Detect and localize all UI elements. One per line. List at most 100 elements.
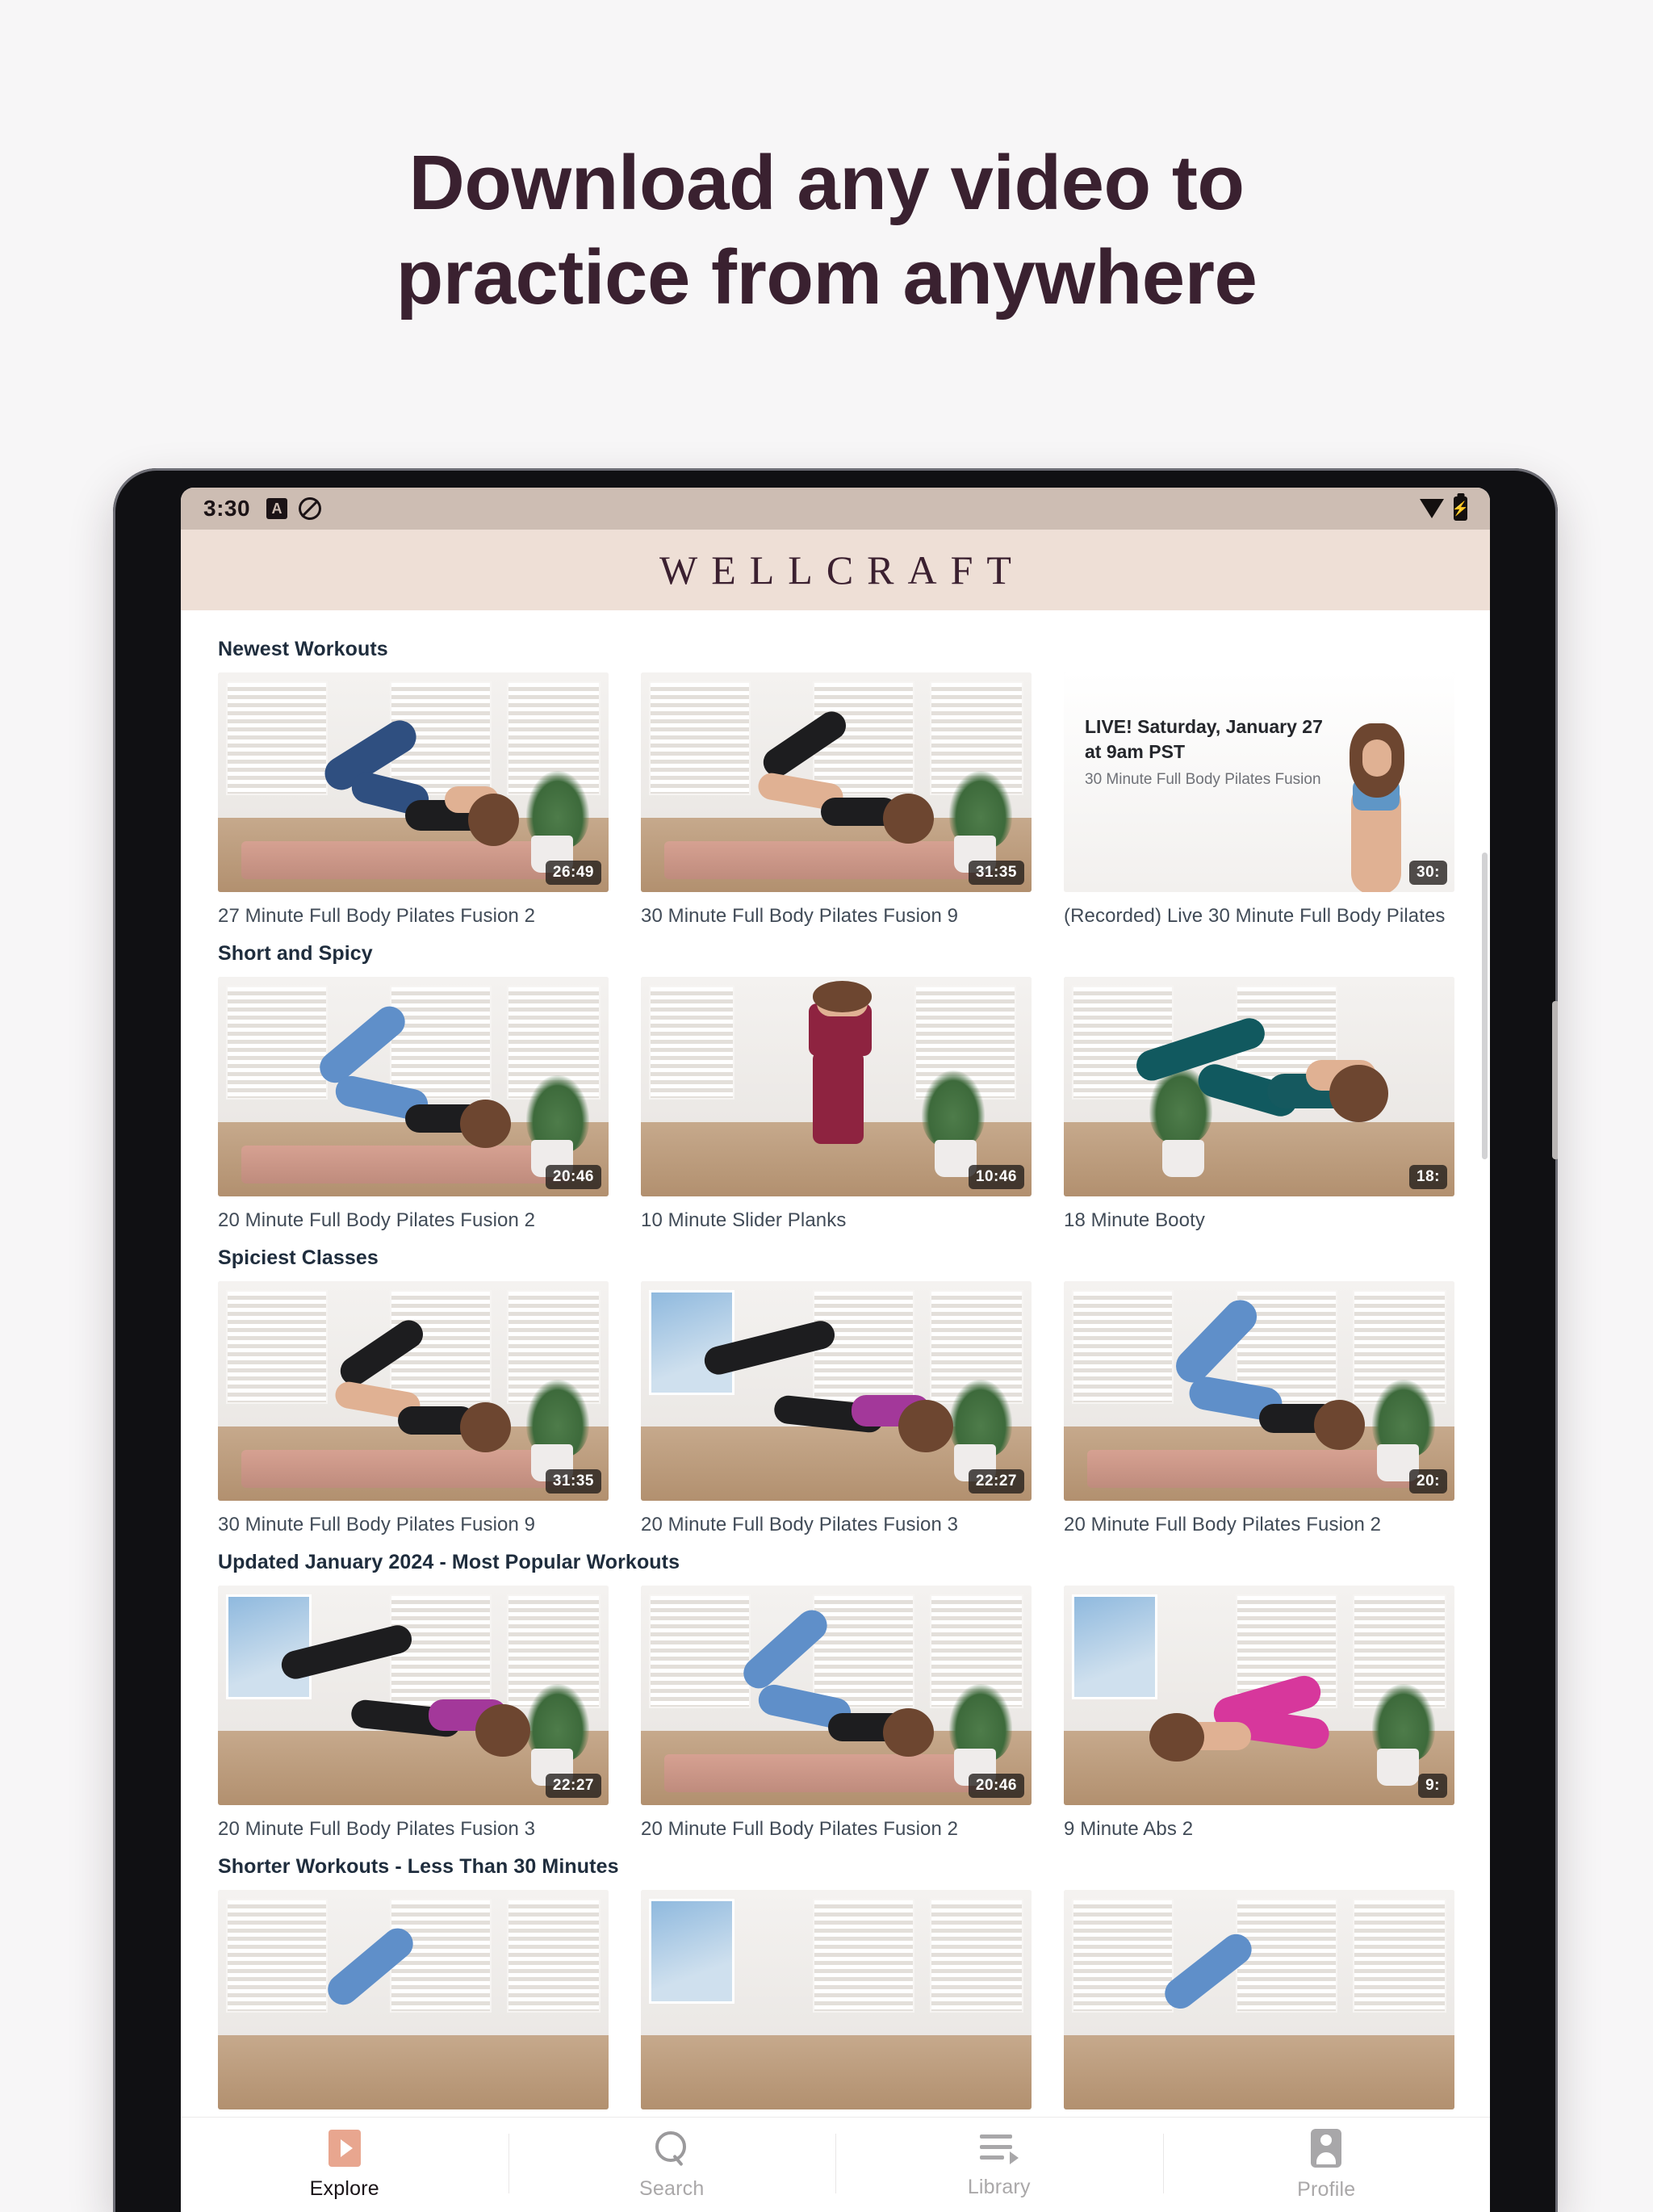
- video-duration-badge: 20:46: [545, 1165, 601, 1189]
- section-newest-workouts: Newest Workouts 26:49 27 Minute Full Bod…: [181, 628, 1490, 932]
- nav-item-search[interactable]: Search: [508, 2118, 836, 2212]
- video-thumbnail[interactable]: 20:46: [641, 1586, 1032, 1805]
- video-card[interactable]: 20:46 20 Minute Full Body Pilates Fusion…: [641, 1586, 1032, 1841]
- video-duration-badge: 31:35: [968, 861, 1024, 885]
- alarm-badge-icon: A: [266, 498, 288, 519]
- video-thumbnail[interactable]: 9:: [1064, 1586, 1454, 1805]
- section-shorter-workouts: Shorter Workouts - Less Than 30 Minutes: [181, 1845, 1490, 2114]
- nav-item-explore[interactable]: Explore: [181, 2118, 508, 2212]
- section-title: Shorter Workouts - Less Than 30 Minutes: [218, 1855, 619, 1878]
- section-most-popular-workouts: Updated January 2024 - Most Popular Work…: [181, 1541, 1490, 1845]
- video-duration-badge: 20:: [1409, 1469, 1447, 1494]
- person-icon: [1311, 2128, 1342, 2168]
- video-thumbnail[interactable]: 31:35: [218, 1281, 609, 1501]
- video-thumbnail[interactable]: [641, 1890, 1032, 2109]
- nav-label-library: Library: [967, 2175, 1031, 2198]
- video-duration-badge: 9:: [1418, 1774, 1447, 1798]
- video-row: [181, 1890, 1490, 2109]
- video-row: 20:46 20 Minute Full Body Pilates Fusion…: [181, 977, 1490, 1232]
- video-card[interactable]: [1064, 1890, 1454, 2109]
- play-button-icon: [328, 2129, 361, 2167]
- section-title: Spiciest Classes: [218, 1246, 379, 1269]
- video-thumbnail[interactable]: 26:49: [218, 672, 609, 892]
- video-card[interactable]: [218, 1890, 609, 2109]
- video-card[interactable]: 26:49 27 Minute Full Body Pilates Fusion…: [218, 672, 609, 928]
- video-title: 20 Minute Full Body Pilates Fusion 2: [218, 1209, 536, 1231]
- app-header: WELLCRAFT: [181, 530, 1490, 610]
- live-headline-line-2: at 9am PST: [1085, 741, 1185, 763]
- video-duration-badge: 18:: [1409, 1165, 1447, 1189]
- vertical-scrollbar[interactable]: [1482, 853, 1488, 1159]
- search-icon: [653, 2130, 690, 2167]
- video-card[interactable]: 9: 9 Minute Abs 2: [1064, 1586, 1454, 1841]
- video-title: 10 Minute Slider Planks: [641, 1209, 847, 1231]
- status-bar-left-icons: A: [266, 497, 322, 520]
- section-title: Updated January 2024 - Most Popular Work…: [218, 1551, 680, 1573]
- video-duration-badge: 31:35: [545, 1469, 601, 1494]
- video-duration-badge: 10:46: [968, 1165, 1024, 1189]
- video-thumbnail[interactable]: 31:35: [641, 672, 1032, 892]
- video-title: 30 Minute Full Body Pilates Fusion 9: [641, 905, 959, 927]
- video-title: 30 Minute Full Body Pilates Fusion 9: [218, 1514, 536, 1535]
- nav-item-profile[interactable]: Profile: [1162, 2118, 1491, 2212]
- nav-label-profile: Profile: [1297, 2177, 1356, 2201]
- wifi-icon: [1420, 499, 1444, 518]
- video-title: 18 Minute Booty: [1064, 1209, 1205, 1231]
- content-scroll-area[interactable]: Newest Workouts 26:49 27 Minute Full Bod…: [181, 610, 1490, 2117]
- video-thumbnail[interactable]: 20:46: [218, 977, 609, 1196]
- video-title: 9 Minute Abs 2: [1064, 1818, 1194, 1840]
- video-row: 22:27 20 Minute Full Body Pilates Fusion…: [181, 1586, 1490, 1841]
- video-thumbnail[interactable]: 22:27: [641, 1281, 1032, 1501]
- video-card[interactable]: 22:27 20 Minute Full Body Pilates Fusion…: [641, 1281, 1032, 1536]
- video-card[interactable]: 31:35 30 Minute Full Body Pilates Fusion…: [641, 672, 1032, 928]
- status-bar: 3:30 A ⚡: [181, 488, 1490, 530]
- video-card[interactable]: 20:46 20 Minute Full Body Pilates Fusion…: [218, 977, 609, 1232]
- video-title: 20 Minute Full Body Pilates Fusion 3: [641, 1514, 959, 1535]
- video-card[interactable]: [641, 1890, 1032, 2109]
- do-not-disturb-icon: [299, 497, 322, 520]
- video-thumbnail[interactable]: [218, 1890, 609, 2109]
- tablet-device-mockup: 3:30 A ⚡ WELLCRAFT Newest Workouts 26:49…: [113, 468, 1558, 2212]
- tablet-body: 3:30 A ⚡ WELLCRAFT Newest Workouts 26:49…: [113, 468, 1558, 2212]
- headline-line-1: Download any video to: [408, 140, 1245, 226]
- promo-headline: Download any video to practice from anyw…: [0, 0, 1653, 325]
- video-title: 27 Minute Full Body Pilates Fusion 2: [218, 905, 536, 927]
- video-thumbnail[interactable]: 22:27: [218, 1586, 609, 1805]
- section-title: Newest Workouts: [218, 638, 388, 660]
- nav-item-library[interactable]: Library: [835, 2118, 1163, 2212]
- video-title: (Recorded) Live 30 Minute Full Body Pila…: [1064, 905, 1446, 927]
- video-duration-badge: 26:49: [545, 861, 601, 885]
- video-title: 20 Minute Full Body Pilates Fusion 2: [1064, 1514, 1382, 1535]
- nav-label-explore: Explore: [309, 2176, 379, 2200]
- video-row: 26:49 27 Minute Full Body Pilates Fusion…: [181, 672, 1490, 928]
- video-card[interactable]: 10:46 10 Minute Slider Planks: [641, 977, 1032, 1232]
- tablet-side-button: [1552, 1001, 1558, 1159]
- video-duration-badge: 22:27: [545, 1774, 601, 1798]
- video-title: 20 Minute Full Body Pilates Fusion 3: [218, 1818, 536, 1840]
- section-short-and-spicy: Short and Spicy 20:46 20 Minute Full Bod…: [181, 932, 1490, 1237]
- video-card-live-recorded[interactable]: LIVE! Saturday, January 27 at 9am PST 30…: [1064, 672, 1454, 928]
- video-thumbnail[interactable]: 20:: [1064, 1281, 1454, 1501]
- live-headline-line-1: LIVE! Saturday, January 27: [1085, 716, 1323, 737]
- video-title: 20 Minute Full Body Pilates Fusion 2: [641, 1818, 959, 1840]
- headline-line-2: practice from anywhere: [395, 234, 1258, 321]
- video-duration-badge: 30:: [1409, 861, 1447, 885]
- video-thumbnail[interactable]: 10:46: [641, 977, 1032, 1196]
- video-thumbnail[interactable]: [1064, 1890, 1454, 2109]
- bottom-navigation-bar: Explore Search Library Profile: [181, 2117, 1490, 2212]
- tablet-screen: 3:30 A ⚡ WELLCRAFT Newest Workouts 26:49…: [181, 488, 1490, 2212]
- video-row: 31:35 30 Minute Full Body Pilates Fusion…: [181, 1281, 1490, 1536]
- video-thumbnail[interactable]: LIVE! Saturday, January 27 at 9am PST 30…: [1064, 672, 1454, 892]
- video-duration-badge: 22:27: [968, 1469, 1024, 1494]
- video-card[interactable]: 20: 20 Minute Full Body Pilates Fusion 2: [1064, 1281, 1454, 1536]
- status-bar-clock: 3:30: [203, 496, 251, 521]
- status-bar-right-icons: ⚡: [1420, 496, 1469, 521]
- video-card[interactable]: 22:27 20 Minute Full Body Pilates Fusion…: [218, 1586, 609, 1841]
- video-thumbnail[interactable]: 18:: [1064, 977, 1454, 1196]
- video-card[interactable]: 31:35 30 Minute Full Body Pilates Fusion…: [218, 1281, 609, 1536]
- live-subtitle: 30 Minute Full Body Pilates Fusion: [1085, 771, 1321, 789]
- section-spiciest-classes: Spiciest Classes 31:35 30 Minute Full Bo…: [181, 1237, 1490, 1541]
- section-title: Short and Spicy: [218, 942, 373, 965]
- playlist-icon: [979, 2131, 1019, 2165]
- video-card[interactable]: 18: 18 Minute Booty: [1064, 977, 1454, 1232]
